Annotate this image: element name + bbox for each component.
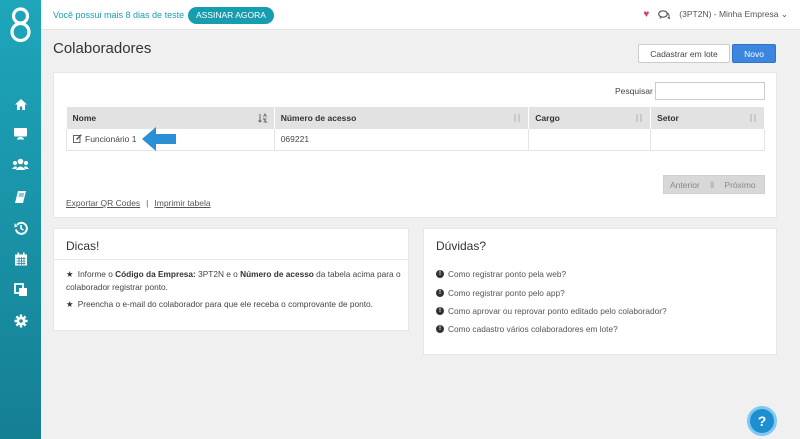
chat-icon[interactable] [658, 9, 671, 20]
tip-item: ★ Preencha o e-mail do colaborador para … [66, 298, 401, 311]
faq-text[interactable]: Como aprovar ou reprovar ponto editado p… [448, 306, 667, 316]
export-qr-link[interactable]: Exportar QR Codes [66, 198, 140, 208]
new-button[interactable]: Novo [732, 44, 776, 63]
topbar: Você possui mais 8 dias de teste ASSINAR… [41, 0, 800, 30]
sort-icon [636, 114, 642, 122]
tips-title: Dicas! [66, 239, 100, 253]
export-links: Exportar QR Codes | Imprimir tabela [66, 198, 211, 208]
employee-name-link[interactable]: Funcionário 1 [85, 134, 137, 144]
faq-link[interactable]: ! Como cadastro vários colaboradores em l… [436, 324, 618, 334]
faq-text[interactable]: Como registrar ponto pela web? [448, 269, 566, 279]
trial-notice: Você possui mais 8 dias de teste [53, 10, 185, 20]
gear-icon[interactable] [12, 312, 29, 329]
topbar-actions: ♥ (3PT2N) - Minha Empresa ⌄ [643, 9, 788, 20]
cell-access-number: 069221 [274, 129, 530, 151]
page-title: Colaboradores [53, 40, 152, 57]
faq-link[interactable]: ! Como registrar ponto pela web? [436, 269, 566, 279]
company-selector[interactable]: (3PT2N) - Minha Empresa ⌄ [679, 9, 788, 20]
faq-link[interactable]: ! Como registrar ponto pelo app? [436, 288, 565, 298]
column-header-setor[interactable]: Setor [650, 107, 765, 129]
arrow-pointer-icon [142, 127, 176, 151]
copy-icon[interactable] [12, 281, 29, 298]
faq-link[interactable]: ! Como aprovar ou reprovar ponto editado … [436, 306, 667, 316]
star-icon: ★ [66, 299, 74, 309]
column-label: Número de acesso [280, 113, 357, 123]
tips-card: Dicas! ★ Informe o Código da Empresa: 3P… [53, 228, 409, 331]
next-page-button[interactable]: Próximo [724, 180, 755, 190]
cell-sector [650, 129, 765, 151]
help-button[interactable]: ? [747, 406, 777, 436]
doubts-card: Dúvidas? ! Como registrar ponto pela web?… [423, 228, 777, 355]
edit-icon[interactable] [73, 134, 82, 144]
book-icon[interactable] [12, 188, 29, 205]
info-icon: ! [436, 289, 444, 297]
batch-register-button[interactable]: Cadastrar em lote [638, 44, 730, 63]
info-icon: ! [436, 307, 444, 315]
divider [54, 259, 408, 260]
search-input[interactable] [655, 82, 765, 100]
column-label: Nome [72, 113, 97, 123]
sort-icon [514, 114, 520, 122]
faq-text[interactable]: Como cadastro vários colaboradores em lo… [448, 324, 618, 334]
tip-item: ★ Informe o Código da Empresa: 3PT2N e o… [66, 268, 401, 294]
pagination: Anterior ▮ Próximo [663, 175, 765, 194]
subscribe-button[interactable]: ASSINAR AGORA [188, 7, 274, 24]
monitor-icon[interactable] [12, 125, 29, 142]
faq-text[interactable]: Como registrar ponto pelo app? [448, 288, 565, 298]
cell-role [528, 129, 652, 151]
doubts-title: Dúvidas? [436, 239, 487, 253]
sidebar [0, 0, 41, 439]
tip-text-bold: Número de acesso [240, 269, 314, 279]
column-label: Setor [657, 113, 679, 123]
search-label: Pesquisar [615, 86, 653, 96]
previous-page-button[interactable]: Anterior [670, 180, 700, 190]
company-name: (3PT2N) - Minha Empresa [679, 9, 779, 19]
column-label: Cargo [535, 113, 560, 123]
star-icon: ★ [66, 269, 74, 279]
info-icon: ! [436, 270, 444, 278]
home-icon[interactable] [12, 96, 29, 113]
column-header-numero[interactable]: Número de acesso [274, 107, 530, 129]
history-icon[interactable] [12, 219, 29, 236]
tip-text-bold: Código da Empresa: [115, 269, 196, 279]
link-separator: | [146, 198, 149, 208]
calendar-icon[interactable] [12, 250, 29, 267]
tip-text: Preencha o e-mail do colaborador para qu… [77, 299, 373, 309]
users-icon[interactable] [12, 156, 29, 173]
logo-icon[interactable] [8, 6, 33, 44]
tip-text: Informe o [77, 269, 116, 279]
info-icon: ! [436, 325, 444, 333]
column-header-cargo[interactable]: Cargo [528, 107, 652, 129]
heart-icon[interactable]: ♥ [643, 9, 649, 20]
sort-icon [750, 114, 756, 122]
print-table-link[interactable]: Imprimir tabela [154, 198, 210, 208]
tip-text: 3PT2N e o [195, 269, 241, 279]
sort-alpha-icon [257, 113, 268, 123]
chevron-down-icon: ⌄ [780, 9, 788, 19]
pager-divider: ▮ [709, 179, 715, 189]
